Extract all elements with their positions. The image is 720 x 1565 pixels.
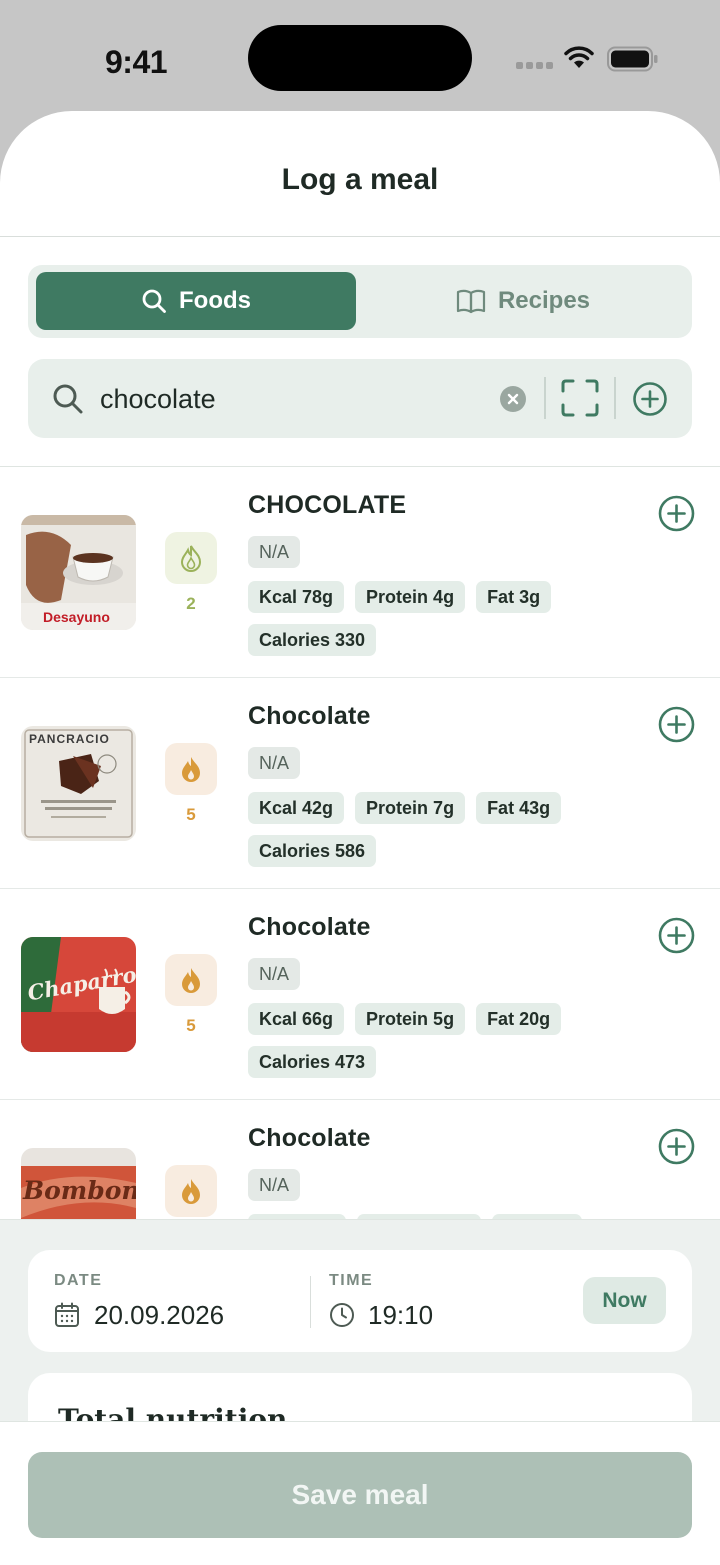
brand-chip: N/A (248, 536, 301, 568)
book-icon (456, 289, 486, 314)
add-food-button[interactable] (658, 706, 695, 743)
date-value[interactable]: 20.09.2026 (94, 1300, 224, 1331)
nutrient-chip: Fat 43g (476, 792, 562, 824)
food-result-row[interactable]: Bombon Chocolate N/A (0, 1101, 720, 1219)
tab-foods[interactable]: Foods (36, 272, 356, 330)
food-name: CHOCOLATE (248, 491, 407, 519)
food-name: Chocolate (248, 913, 371, 941)
flame-icon (182, 968, 200, 993)
food-name: Chocolate (248, 1124, 371, 1152)
flame-icon (182, 757, 200, 782)
calendar-icon (55, 1302, 79, 1327)
thumbnail-label: Bombon (23, 1176, 136, 1205)
add-food-button[interactable] (658, 495, 695, 532)
search-divider (544, 377, 546, 419)
nutrient-chip: Protein 7g (355, 792, 466, 824)
wifi-icon (564, 46, 594, 68)
status-bar: 9:41 (0, 0, 720, 112)
add-custom-food-button[interactable] (632, 381, 668, 417)
sheet-title: Log a meal (281, 163, 439, 196)
date-label: DATE (54, 1272, 103, 1289)
flame-icon (182, 1179, 200, 1204)
tab-recipes[interactable]: Recipes (362, 272, 684, 330)
nutrient-chip: Kcal 78g (248, 581, 345, 613)
nutrient-chip: Protein 5g (355, 1003, 466, 1035)
nutrient-chip: Kcal 66g (248, 1003, 345, 1035)
tab-recipes-label: Recipes (497, 287, 591, 314)
clock-icon (330, 1303, 354, 1327)
nutrient-chip: Kcal 42g (248, 792, 345, 824)
search-input[interactable] (100, 377, 480, 421)
add-food-button[interactable] (658, 917, 695, 954)
log-meal-sheet: Log a meal Foods Recipes chocolate Desay… (0, 111, 720, 1565)
food-result-row[interactable]: PANCRACIO 5 Chocolate N/A Kcal 42g Prote… (0, 679, 720, 889)
datetime-card: DATE 20.09.2026 TIME 19:10 Now (28, 1250, 692, 1352)
time-label: TIME (329, 1272, 374, 1289)
add-food-button[interactable] (658, 1128, 695, 1165)
nutrient-chip: Calories 473 (248, 1046, 377, 1078)
thumbnail-label: PANCRACIO (29, 732, 110, 746)
food-thumbnail: Bombon (21, 1148, 136, 1219)
food-result-row[interactable]: Desayuno 2 CHOCOLATE N/A Kcal 78g Protei… (0, 468, 720, 678)
clear-search-button[interactable] (500, 386, 526, 412)
search-divider (614, 377, 616, 419)
nutrient-chip: Fat 3g (476, 581, 552, 613)
footer: Save meal (0, 1421, 720, 1565)
search-icon (53, 384, 83, 414)
nutrition-score-badge (165, 1165, 217, 1217)
save-meal-button[interactable]: Save meal (28, 1452, 692, 1538)
food-thumbnail: Desayuno (21, 515, 136, 630)
food-results-list: Desayuno 2 CHOCOLATE N/A Kcal 78g Protei… (0, 468, 720, 1219)
source-segmented-control: Foods Recipes (28, 265, 692, 338)
list-divider (0, 466, 720, 467)
flame-icon (180, 545, 202, 572)
nutrition-score-badge (165, 954, 217, 1006)
food-result-row[interactable]: Chaparro 5 Chocolate N/A Kcal 66g Protei… (0, 890, 720, 1100)
cellular-signal-icon (516, 62, 553, 69)
nutrient-chips: Kcal 78g Protein 4g Fat 3g Calories 330 (248, 581, 628, 656)
close-icon (507, 393, 519, 405)
nutrition-score-value: 5 (186, 805, 196, 824)
nutrient-chip: Calories 330 (248, 624, 377, 656)
dynamic-island (248, 25, 472, 91)
nutrient-chips: Kcal 66g Protein 5g Fat 20g Calories 473 (248, 1003, 628, 1078)
nutrient-chip: Calories 586 (248, 835, 377, 867)
food-name: Chocolate (248, 702, 371, 730)
brand-chip: N/A (248, 958, 301, 990)
tab-foods-label: Foods (179, 287, 251, 314)
nutrition-score-value: 2 (186, 594, 196, 613)
time-value[interactable]: 19:10 (368, 1300, 433, 1331)
nutrient-chip: Fat 20g (476, 1003, 562, 1035)
barcode-scan-button[interactable] (561, 379, 599, 417)
nutrition-score-badge (165, 532, 217, 584)
battery-icon (607, 46, 658, 72)
thumbnail-label: Desayuno (43, 609, 110, 625)
food-thumbnail: Chaparro (21, 937, 136, 1052)
search-icon (142, 289, 166, 313)
now-button[interactable]: Now (583, 1277, 666, 1324)
nutrition-score-badge (165, 743, 217, 795)
brand-chip: N/A (248, 747, 301, 779)
brand-chip: N/A (248, 1169, 301, 1201)
nutrition-score-value: 5 (186, 1016, 196, 1035)
food-thumbnail: PANCRACIO (21, 726, 136, 841)
header-divider (0, 236, 720, 237)
nutrient-chips: Kcal 42g Protein 7g Fat 43g Calories 586 (248, 792, 628, 867)
datetime-divider (310, 1276, 311, 1328)
nutrient-chip: Protein 4g (355, 581, 466, 613)
status-time: 9:41 (105, 44, 168, 80)
search-bar (28, 359, 692, 438)
